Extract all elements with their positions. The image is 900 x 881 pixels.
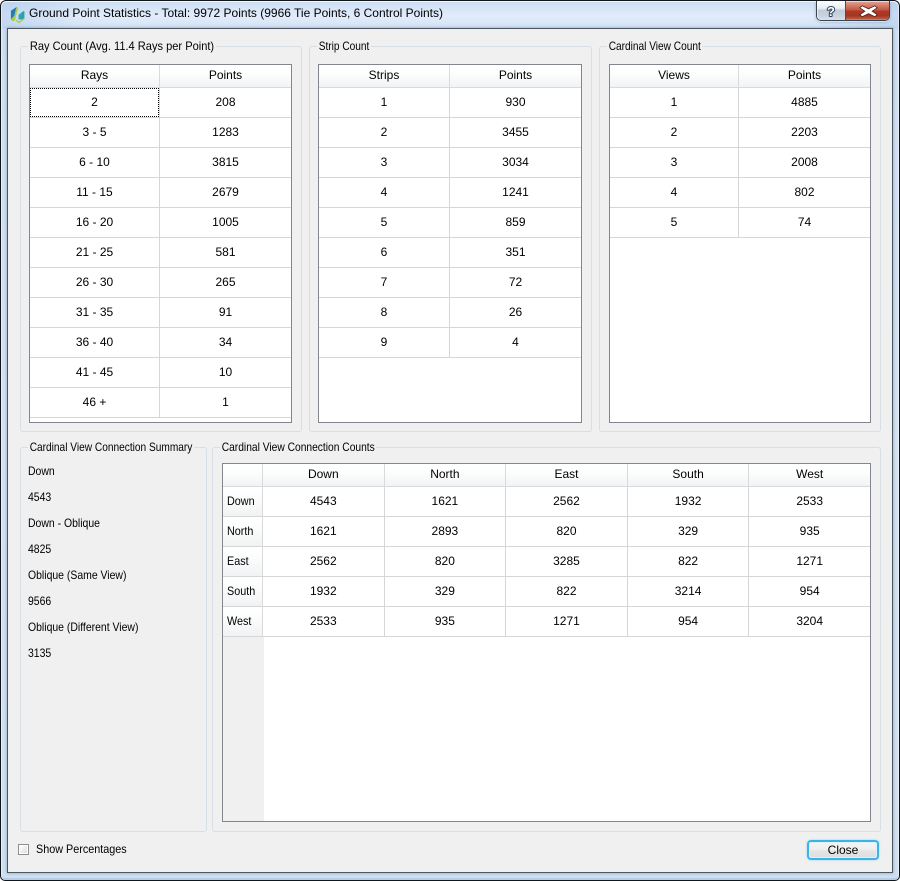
svg-text:?: ?	[827, 4, 835, 19]
